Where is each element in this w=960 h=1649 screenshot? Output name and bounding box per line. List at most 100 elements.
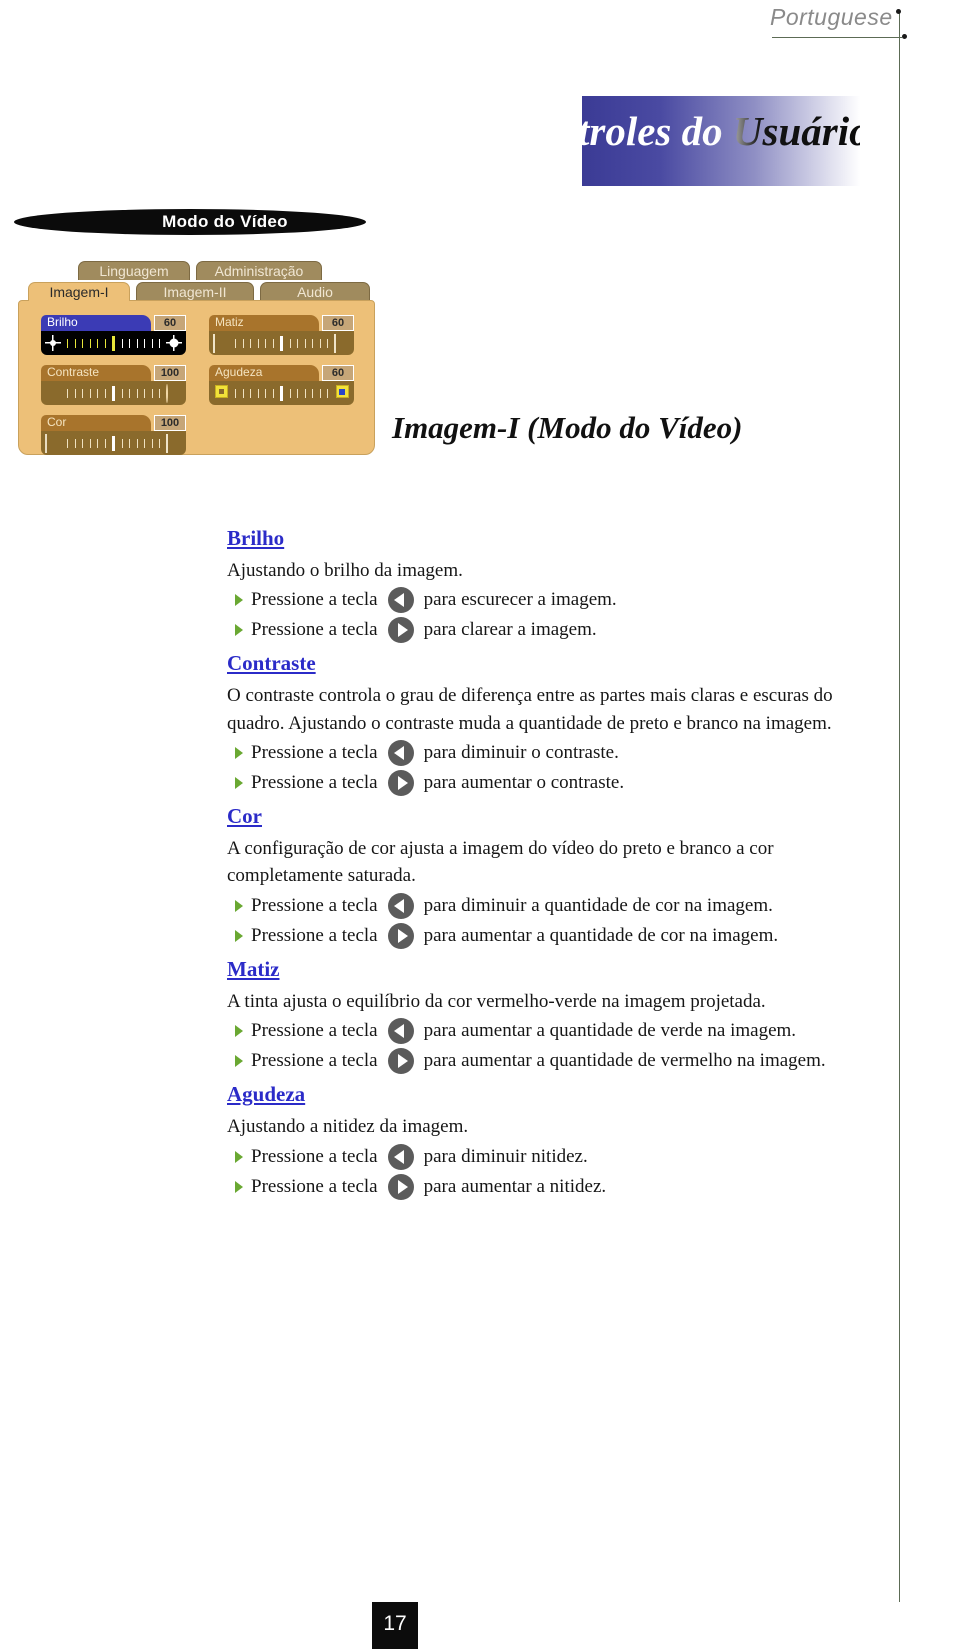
step-prefix: Pressione a tecla [251, 742, 378, 764]
right-arrow-key-icon[interactable] [387, 770, 414, 797]
chapter-title-text: troles do Usuário [582, 107, 860, 155]
left-arrow-key-icon[interactable] [387, 892, 414, 919]
topic-steps: Pressione a tecla para escurecer a image… [227, 587, 887, 644]
step-prefix: Pressione a tecla [251, 1145, 378, 1167]
right-arrow-key-icon[interactable] [387, 922, 414, 949]
osd-slider-value: 100 [154, 365, 186, 381]
topic-cor: Cor A configuração de cor ajusta a image… [227, 800, 887, 949]
bullet-triangle-icon [235, 1055, 243, 1068]
topic-heading: Agudeza [227, 1082, 306, 1107]
osd-tab-label: Imagem-II [163, 284, 227, 300]
step-item: Pressione a tecla para diminuir o contra… [235, 740, 887, 767]
step-item: Pressione a tecla para aumentar o contra… [235, 770, 887, 797]
contrast-low-icon [45, 385, 61, 401]
step-suffix: para aumentar o contraste. [423, 772, 625, 794]
osd-menu: Linguagem Administração Imagem-I Imagem-… [10, 261, 375, 491]
osd-slider-track[interactable] [41, 331, 186, 355]
bullet-triangle-icon [235, 1150, 243, 1163]
osd-slider-track[interactable] [41, 381, 186, 405]
step-prefix: Pressione a tecla [251, 1175, 378, 1197]
osd-slider-ticks [229, 335, 334, 351]
topic-steps: Pressione a tecla para diminuir o contra… [227, 740, 887, 797]
osd-tab-imagem-ii[interactable]: Imagem-II [136, 282, 254, 301]
topic-paragraph: Ajustando a nitidez da imagem. [227, 1116, 469, 1138]
osd-slider-track[interactable] [41, 431, 186, 455]
osd-slider-agudeza[interactable]: Agudeza 60 [209, 365, 354, 405]
osd-slider-brilho[interactable]: Brilho 60 [41, 315, 186, 355]
osd-slider-label: Matiz [209, 315, 319, 331]
sharpness-low-icon [213, 385, 229, 401]
osd-slider-header: Agudeza 60 [209, 365, 354, 381]
sharpness-high-icon [334, 385, 350, 401]
topic-paragraph: A configuração de cor ajusta a imagem do… [227, 838, 774, 887]
bullet-triangle-icon [235, 1025, 243, 1038]
right-arrow-key-icon[interactable] [387, 617, 414, 644]
bullet-triangle-icon [235, 1180, 243, 1193]
topic-matiz: Matiz A tinta ajusta o equilíbrio da cor… [227, 953, 887, 1075]
step-prefix: Pressione a tecla [251, 619, 378, 641]
osd-slider-ticks [61, 335, 166, 351]
step-item: Pressione a tecla para aumentar a nitide… [235, 1173, 887, 1200]
osd-slider-header: Contraste 100 [41, 365, 186, 381]
contrast-high-icon [166, 384, 182, 403]
left-arrow-key-icon[interactable] [387, 1143, 414, 1170]
step-prefix: Pressione a tecla [251, 589, 378, 611]
page-number: 17 [372, 1602, 418, 1649]
header-vertical-rule [899, 12, 900, 1602]
topic-heading: Matiz [227, 956, 280, 981]
osd-slider-cor[interactable]: Cor 100 [41, 415, 186, 455]
header-horizontal-rule [772, 37, 902, 38]
step-suffix: para diminuir nitidez. [423, 1145, 588, 1167]
header-dot-top [896, 9, 901, 14]
left-arrow-key-icon[interactable] [387, 587, 414, 614]
brightness-high-icon [166, 335, 182, 351]
osd-tab-audio[interactable]: Audio [260, 282, 370, 301]
mode-banner: Modo do Vídeo [14, 209, 366, 235]
topic-steps: Pressione a tecla para diminuir a quanti… [227, 892, 887, 949]
bullet-triangle-icon [235, 747, 243, 760]
osd-slider-contraste[interactable]: Contraste 100 [41, 365, 186, 405]
left-arrow-key-icon[interactable] [387, 740, 414, 767]
left-arrow-key-icon[interactable] [387, 1018, 414, 1045]
step-suffix: para escurecer a imagem. [423, 589, 617, 611]
bullet-triangle-icon [235, 929, 243, 942]
osd-slider-label: Cor [41, 415, 151, 431]
color-monochrome-icon [45, 434, 61, 453]
step-item: Pressione a tecla para clarear a imagem. [235, 617, 887, 644]
osd-tab-label: Imagem-I [49, 284, 109, 300]
tint-red-icon [334, 334, 350, 353]
osd-tab-row: Linguagem Administração Imagem-I Imagem-… [10, 261, 375, 301]
osd-slider-label: Brilho [41, 315, 151, 331]
topic-contraste: Contraste O contraste controla o grau de… [227, 647, 887, 797]
step-prefix: Pressione a tecla [251, 772, 378, 794]
osd-slider-value: 60 [154, 315, 186, 331]
document-body: Brilho Ajustando o brilho da imagem. Pre… [227, 522, 887, 1204]
step-item: Pressione a tecla para aumentar a quanti… [235, 922, 887, 949]
right-arrow-key-icon[interactable] [387, 1173, 414, 1200]
step-suffix: para aumentar a nitidez. [423, 1175, 607, 1197]
step-item: Pressione a tecla para aumentar a quanti… [235, 1018, 887, 1045]
osd-tab-administracao[interactable]: Administração [196, 261, 322, 280]
topic-steps: Pressione a tecla para aumentar a quanti… [227, 1018, 887, 1075]
step-item: Pressione a tecla para aumentar a quanti… [235, 1048, 887, 1075]
step-suffix: para aumentar a quantidade de vermelho n… [423, 1050, 826, 1072]
osd-tab-linguagem[interactable]: Linguagem [78, 261, 190, 280]
chapter-title-banner: troles do Usuário [582, 96, 860, 186]
language-label: Portuguese [770, 4, 893, 30]
brightness-low-icon [45, 335, 61, 351]
osd-tab-imagem-i[interactable]: Imagem-I [28, 282, 130, 301]
osd-slider-track[interactable] [209, 331, 354, 355]
osd-tab-label: Linguagem [99, 263, 169, 279]
bullet-triangle-icon [235, 777, 243, 790]
osd-slider-matiz[interactable]: Matiz 60 [209, 315, 354, 355]
step-item: Pressione a tecla para escurecer a image… [235, 587, 887, 614]
topic-heading: Cor [227, 804, 262, 829]
osd-slider-label: Agudeza [209, 365, 319, 381]
topic-paragraph: Ajustando o brilho da imagem. [227, 560, 463, 581]
osd-slider-track[interactable] [209, 381, 354, 405]
topic-brilho: Brilho Ajustando o brilho da imagem. Pre… [227, 522, 887, 644]
osd-tab-label: Administração [214, 263, 304, 279]
osd-slider-value: 100 [154, 415, 186, 431]
header-dot-right [902, 34, 907, 39]
right-arrow-key-icon[interactable] [387, 1048, 414, 1075]
